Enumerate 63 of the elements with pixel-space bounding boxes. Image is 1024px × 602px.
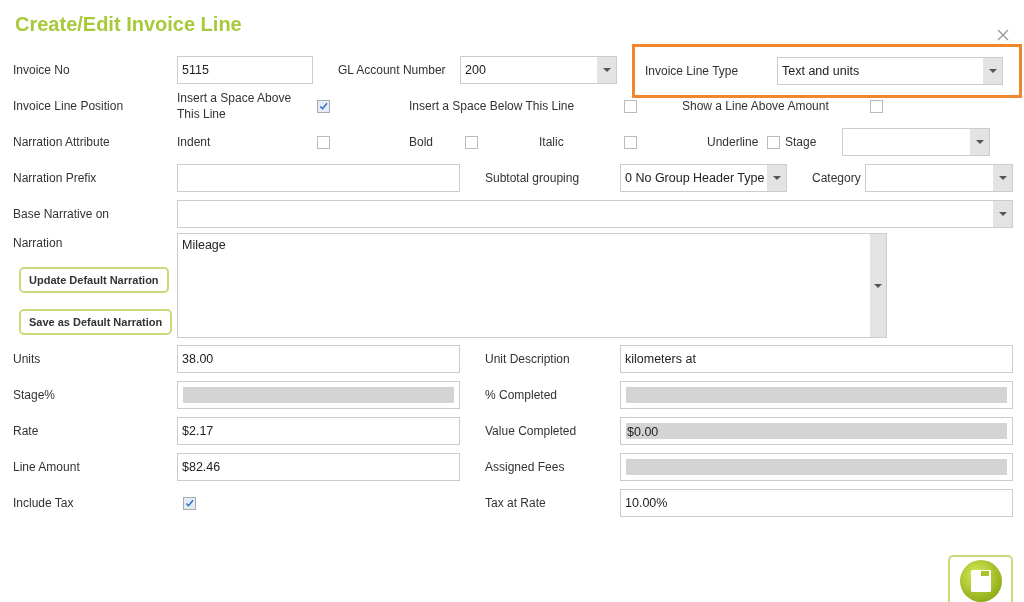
option-label: Underline (707, 135, 760, 149)
option-label: Insert a Space Below This Line (409, 99, 576, 113)
checkbox[interactable] (624, 135, 637, 149)
dropdown-field[interactable] (865, 164, 1013, 192)
dropdown-field[interactable]: 0 No Group Header Type (620, 164, 787, 192)
caret-icon (874, 283, 882, 288)
text-field[interactable]: 38.00 (177, 345, 460, 373)
text-field[interactable]: $2.17 (177, 417, 460, 445)
field-label: Line Amount (13, 460, 81, 474)
narration-button[interactable]: Update Default Narration (19, 267, 169, 293)
text-field[interactable]: 5115 (177, 56, 313, 84)
field-label: Narration Attribute (13, 135, 111, 149)
field-label: Include Tax (13, 496, 75, 510)
field-label: GL Account Number (338, 63, 447, 77)
field-label: Assigned Fees (485, 460, 566, 474)
close-icon[interactable] (997, 29, 1009, 41)
field-label: Narration Prefix (13, 171, 98, 185)
caret-icon (772, 176, 781, 180)
disabled-field: $0.00 (620, 417, 1013, 445)
checkbox[interactable] (767, 135, 780, 149)
checkbox[interactable] (870, 99, 883, 113)
field-label: Subtotal grouping (485, 171, 581, 185)
field-label: Unit Description (485, 352, 571, 366)
caret-icon (988, 69, 997, 73)
dropdown-field[interactable] (177, 200, 1013, 228)
text-field[interactable]: 10.00% (620, 489, 1013, 517)
text-field[interactable]: $82.46 (177, 453, 460, 481)
dropdown-field[interactable] (842, 128, 990, 156)
text-field[interactable] (177, 164, 460, 192)
checkbox[interactable] (317, 99, 330, 113)
field-label: Stage% (13, 388, 57, 402)
checkbox[interactable] (465, 135, 478, 149)
caret-icon (998, 176, 1007, 180)
field-label: Invoice No (13, 63, 71, 77)
checkbox[interactable] (317, 135, 330, 149)
checkbox[interactable] (183, 496, 196, 510)
text-field[interactable]: kilometers at (620, 345, 1013, 373)
field-label: Rate (13, 424, 40, 438)
dropdown-field[interactable]: 200 (460, 56, 617, 84)
field-label: Tax at Rate (485, 496, 547, 510)
caret-icon (975, 140, 984, 144)
caret-icon (602, 68, 611, 72)
checkbox[interactable] (624, 99, 637, 113)
option-label: Italic (538, 135, 565, 149)
field-label: % Completed (485, 388, 559, 402)
field-label: Invoice Line Position (13, 99, 125, 113)
field-label: Value Completed (485, 424, 578, 438)
dialog-title: Create/Edit Invoice Line (15, 13, 242, 36)
option-label: Show a Line Above Amount (682, 99, 830, 113)
field-label: Category (812, 171, 862, 185)
dropdown-field[interactable]: Text and units (777, 57, 1003, 85)
field-label: Base Narrative on (13, 207, 111, 221)
narration-field[interactable]: Mileage (177, 233, 887, 338)
option-label: Insert a Space Above This Line (177, 90, 293, 122)
option-label: Bold (409, 135, 435, 149)
field-label: Stage (784, 135, 818, 149)
caret-icon (998, 212, 1007, 216)
field-label: Units (13, 352, 42, 366)
narration-button[interactable]: Save as Default Narration (19, 309, 173, 335)
option-label: Indent (177, 135, 212, 149)
field-label: Narration (13, 236, 64, 252)
save-button[interactable] (948, 555, 1013, 602)
field-label: Invoice Line Type (644, 64, 740, 78)
